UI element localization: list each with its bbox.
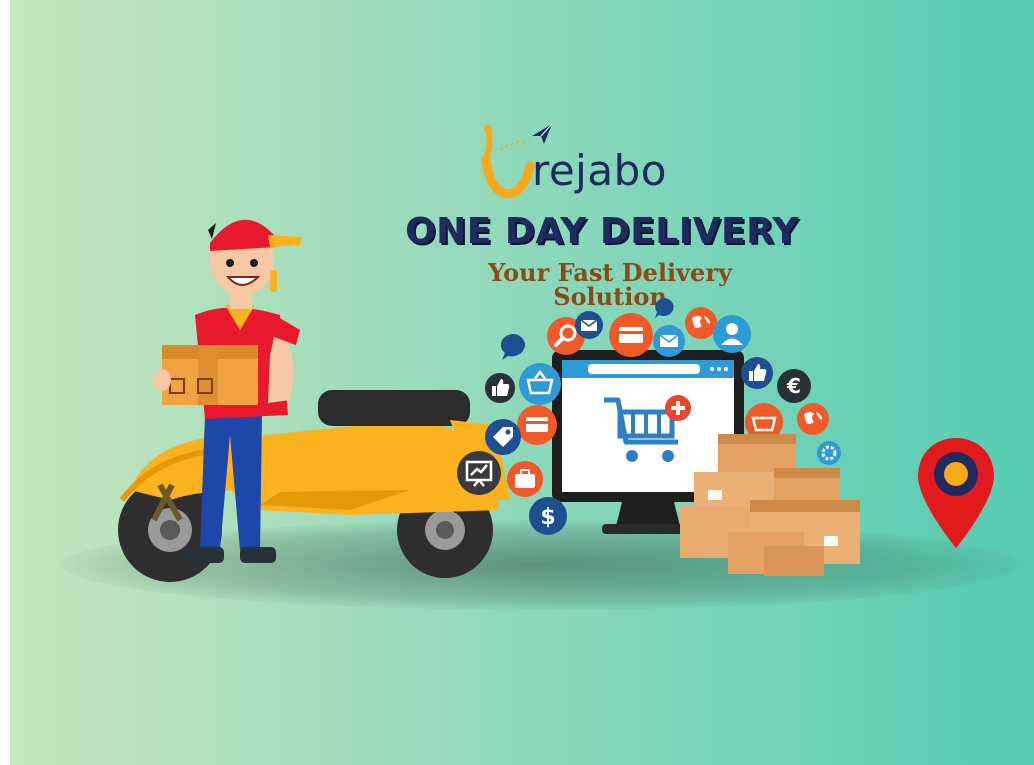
thumbs-up-icon [485, 373, 515, 403]
delivery-man-illustration [153, 219, 302, 563]
credit-card-icon [609, 313, 653, 357]
presentation-icon [457, 451, 501, 495]
chat-bubble-icon [500, 333, 525, 360]
headline: ONE DAY DELIVERY [405, 211, 799, 252]
credit-card-icon [517, 405, 557, 445]
cardboard-boxes-pile [680, 434, 860, 576]
svg-text:€: € [786, 374, 801, 398]
dollar-icon: $ [529, 497, 567, 535]
brand-logo: rejabo [480, 120, 720, 210]
delivery-banner: rejabo ONE DAY DELIVERY Your Fast Delive… [0, 0, 1034, 765]
chat-bubble-icon [655, 298, 674, 318]
euro-icon: € [777, 369, 811, 403]
location-pin-icon [918, 438, 994, 548]
brand-name: rejabo [532, 146, 667, 195]
mail-icon [575, 311, 603, 339]
briefcase-icon [507, 461, 543, 497]
thumbs-up-icon [741, 357, 773, 389]
subheadline: Your Fast Delivery Solution [488, 258, 732, 311]
shopping-basket-icon [519, 363, 561, 405]
user-icon [713, 315, 751, 353]
svg-text:$: $ [540, 505, 555, 530]
paper-plane-icon [532, 123, 553, 144]
mail-icon [653, 325, 685, 357]
